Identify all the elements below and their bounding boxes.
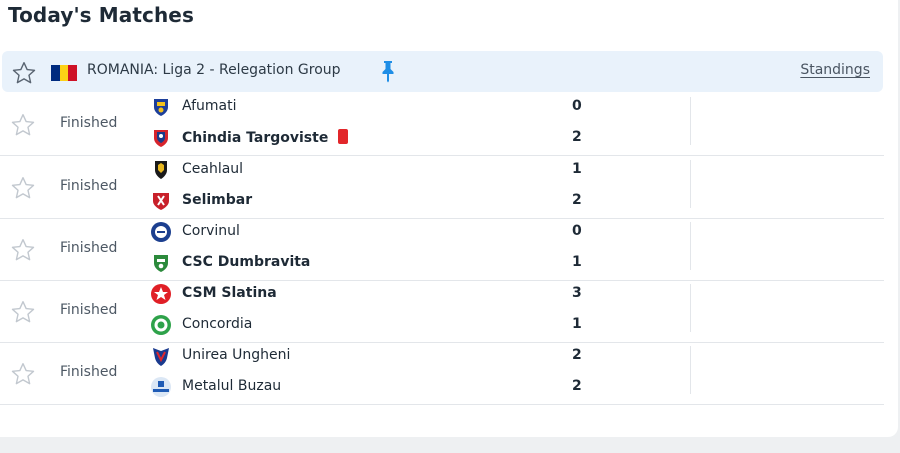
team-name: Afumati — [182, 98, 237, 114]
away-team: Metalul Buzau — [150, 376, 570, 400]
red-card-icon — [338, 129, 349, 144]
match-status: Finished — [60, 302, 118, 318]
unirea-ungheni-crest-icon — [150, 345, 172, 367]
team-name: Unirea Ungheni — [182, 347, 291, 363]
selimbar-crest-icon — [150, 190, 172, 212]
match-row[interactable]: Finished Afumati Chindia Targoviste 0 2 — [0, 93, 884, 156]
home-score: 1 — [572, 161, 582, 177]
match-status: Finished — [60, 240, 118, 256]
flag-stripe-blue — [51, 65, 60, 81]
home-team: Afumati — [150, 96, 570, 120]
slatina-crest-icon — [150, 283, 172, 305]
star-icon[interactable] — [10, 175, 36, 205]
away-score: 1 — [572, 316, 582, 332]
away-team: Chindia Targoviste — [150, 127, 570, 151]
match-row[interactable]: Finished Unirea Ungheni Metalul Buzau 2 … — [0, 342, 884, 405]
standings-link[interactable]: Standings — [800, 62, 870, 78]
chindia-crest-icon — [150, 127, 172, 149]
away-score: 2 — [572, 192, 582, 208]
team-name-text: Chindia Targoviste — [182, 130, 329, 146]
divider — [690, 284, 691, 332]
matches-panel: Today's Matches ROMANIA: Liga 2 - Relega… — [0, 0, 898, 437]
star-icon[interactable] — [10, 361, 36, 391]
team-name: CSM Slatina — [182, 285, 277, 301]
divider — [690, 160, 691, 208]
page-title: Today's Matches — [8, 3, 194, 27]
league-name[interactable]: ROMANIA: Liga 2 - Relegation Group — [87, 62, 341, 78]
team-name: Chindia Targoviste — [182, 129, 349, 146]
match-row[interactable]: Finished Corvinul CSC Dumbravita 0 1 — [0, 218, 884, 281]
league-header[interactable]: ROMANIA: Liga 2 - Relegation Group Stand… — [2, 51, 883, 92]
team-name: Selimbar — [182, 192, 253, 208]
flag-stripe-yellow — [59, 65, 69, 81]
star-icon[interactable] — [10, 299, 36, 329]
team-name: Metalul Buzau — [182, 378, 282, 394]
away-team: CSC Dumbravita — [150, 252, 570, 276]
home-team: CSM Slatina — [150, 283, 570, 307]
divider — [690, 97, 691, 145]
match-row[interactable]: Finished Ceahlaul Selimbar 1 2 — [0, 156, 884, 219]
home-score: 2 — [572, 347, 582, 363]
home-team: Ceahlaul — [150, 159, 570, 183]
home-score: 3 — [572, 285, 582, 301]
divider — [690, 222, 691, 270]
home-team: Unirea Ungheni — [150, 345, 570, 369]
away-team: Selimbar — [150, 190, 570, 214]
dumbravita-crest-icon — [150, 252, 172, 274]
star-icon[interactable] — [10, 237, 36, 267]
team-name: Corvinul — [182, 223, 240, 239]
team-name: Concordia — [182, 316, 253, 332]
team-name: Ceahlaul — [182, 161, 244, 177]
away-score: 2 — [572, 129, 582, 145]
metalul-buzau-crest-icon — [150, 376, 172, 398]
away-score: 2 — [572, 378, 582, 394]
star-icon[interactable] — [10, 112, 36, 142]
afumati-crest-icon — [150, 96, 172, 118]
away-score: 1 — [572, 254, 582, 270]
concordia-crest-icon — [150, 314, 172, 336]
pin-icon[interactable] — [378, 59, 398, 87]
team-name: CSC Dumbravita — [182, 254, 311, 270]
home-score: 0 — [572, 223, 582, 239]
flag-stripe-red — [68, 65, 78, 81]
match-status: Finished — [60, 115, 118, 131]
match-row[interactable]: Finished CSM Slatina Concordia 3 1 — [0, 280, 884, 343]
away-team: Concordia — [150, 314, 570, 338]
ceahlaul-crest-icon — [150, 159, 172, 181]
home-score: 0 — [572, 98, 582, 114]
match-status: Finished — [60, 364, 118, 380]
romania-flag-icon — [51, 65, 78, 81]
home-team: Corvinul — [150, 221, 570, 245]
corvinul-crest-icon — [150, 221, 172, 243]
match-status: Finished — [60, 178, 118, 194]
star-icon[interactable] — [11, 60, 37, 90]
divider — [690, 346, 691, 394]
